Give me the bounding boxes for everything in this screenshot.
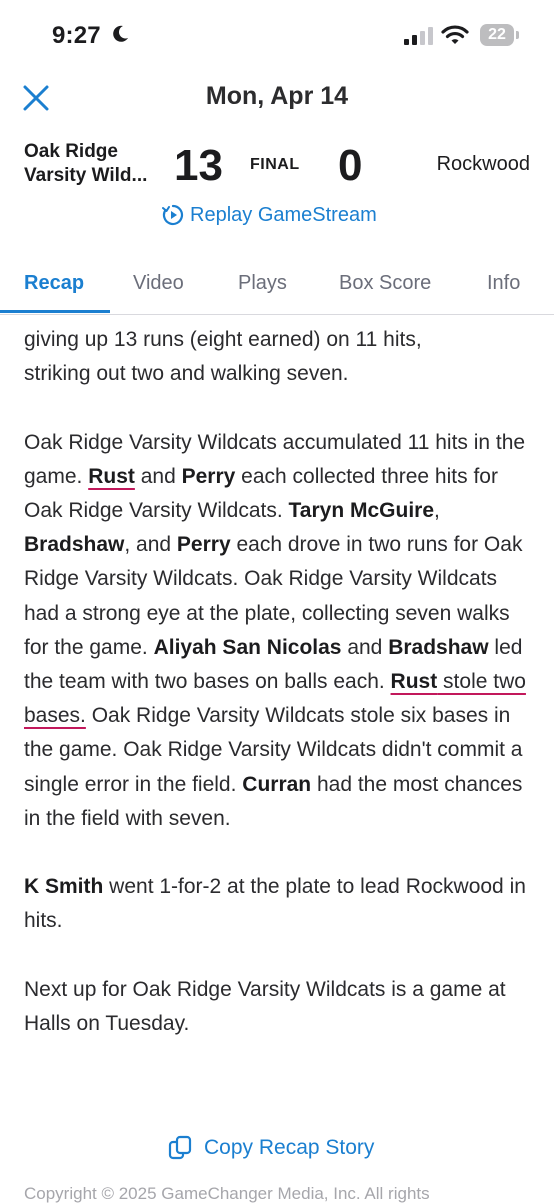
- replay-gamestream-button[interactable]: Replay GameStream: [162, 201, 377, 229]
- player-name: Taryn McGuire: [288, 499, 435, 522]
- home-team-name: Oak Ridge Varsity Wild...: [24, 140, 147, 188]
- story-paragraph: giving up 13 runs (eight earned) on 11 h…: [24, 323, 534, 391]
- battery-icon: 22: [480, 24, 520, 46]
- player-name: Bradshaw: [388, 635, 489, 659]
- player-name: Rust: [88, 464, 135, 488]
- tab-info[interactable]: Info: [487, 272, 520, 295]
- tab-plays[interactable]: Plays: [238, 272, 287, 295]
- battery-level: 22: [488, 26, 506, 43]
- player-name: Bradshaw: [24, 533, 125, 557]
- player-name: Perry: [176, 533, 231, 557]
- signal-icon: [404, 27, 433, 45]
- player-name: Aliyah San Nicolas: [153, 635, 342, 659]
- active-tab-indicator: [0, 310, 110, 313]
- home-team-line1: Oak Ridge: [24, 141, 118, 162]
- tab-bar: Recap Video Plays Box Score Info: [0, 262, 554, 315]
- player-name: K Smith: [24, 875, 104, 899]
- copy-recap-label: Copy Recap Story: [204, 1136, 375, 1159]
- story-text: and: [134, 464, 182, 488]
- away-team-name: Rockwood: [436, 153, 530, 175]
- player-name: Rust: [390, 670, 438, 694]
- home-team-line2: Varsity Wild...: [24, 165, 148, 186]
- player-name: Curran: [242, 772, 312, 796]
- tab-video[interactable]: Video: [133, 272, 184, 295]
- tab-recap[interactable]: Recap: [24, 272, 84, 295]
- copyright-text: Copyright © 2025 GameChanger Media, Inc.…: [24, 1184, 430, 1203]
- story-paragraph: Next up for Oak Ridge Varsity Wildcats i…: [24, 977, 506, 1036]
- away-score: 0: [338, 141, 363, 190]
- home-score: 13: [174, 141, 223, 190]
- story-text: ,: [434, 499, 440, 522]
- story-paragraph: K Smith went 1-for-2 at the plate to lea…: [24, 870, 534, 938]
- story-text: and: [341, 635, 389, 659]
- copy-recap-button[interactable]: Copy Recap Story: [168, 1134, 374, 1162]
- player-name: Perry: [181, 464, 236, 488]
- replay-label: Replay GameStream: [190, 203, 377, 226]
- wifi-icon: [441, 25, 469, 44]
- moon-icon: [113, 25, 128, 42]
- story-text: , and: [124, 533, 177, 557]
- story-text: giving up 13 runs (eight earned) on 11 h…: [24, 328, 422, 351]
- status-bar: 9:27 22: [0, 0, 554, 72]
- story-text: striking out two and walking seven.: [24, 362, 349, 386]
- replay-icon: [162, 204, 184, 226]
- tab-box-score[interactable]: Box Score: [339, 272, 431, 295]
- story-paragraph: Oak Ridge Varsity Wildcats accumulated 1…: [24, 426, 534, 836]
- game-status: FINAL: [250, 156, 300, 173]
- status-time: 9:27: [52, 22, 101, 49]
- recap-story: giving up 13 runs (eight earned) on 11 h…: [24, 323, 534, 1041]
- page-title: Mon, Apr 14: [205, 82, 349, 110]
- copy-icon: [168, 1135, 192, 1160]
